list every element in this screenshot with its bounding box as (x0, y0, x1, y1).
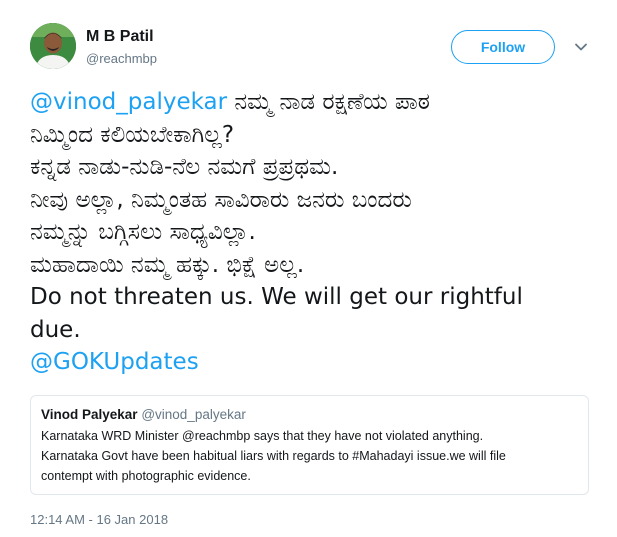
follow-button[interactable]: Follow (451, 30, 555, 64)
tweet-line: ಮಹಾದಾಯಿ ನಮ್ಮ ಹಕ್ಕು. ಭಿಕ್ಷೆ ಅಲ್ಲ. (30, 251, 305, 278)
quoted-tweet-text: Karnataka WRD Minister @reachmbp says th… (41, 429, 506, 483)
tweet-line: ನೀವು ಅಲ್ಲಾ, ನಿಮ್ಮಂತಹ ಸಾವಿರಾರು ಜನರು ಬಂದರು (30, 186, 412, 213)
author-name[interactable]: M B Patil (86, 28, 154, 46)
quoted-tweet-header: Vinod Palyekar @vinod_palyekar (41, 407, 578, 422)
quoted-author-name: Vinod Palyekar (41, 407, 138, 422)
tweet-line: Do not threaten us. We will get our righ… (30, 284, 523, 310)
tweet-line: due. (30, 316, 81, 343)
quoted-tweet-card[interactable]: Vinod Palyekar @vinod_palyekar Karnataka… (30, 395, 589, 495)
tweet-line: ನಮ್ಮನ್ನು ಬಗ್ಗಿಸಲು ಸಾಧ್ಯವಿಲ್ಲಾ. (30, 219, 256, 245)
tweet-line-text: ನಮ್ಮ ನಾಡ ರಕ್ಷಣೆಯ ಪಾಠ (227, 89, 430, 115)
mention-link[interactable]: @vinod_palyekar (30, 89, 227, 115)
tweet-text: @vinod_palyekar ನಮ್ಮ ನಾಡ ರಕ್ಷಣೆಯ ಪಾಠ ನಿಮ… (30, 86, 600, 379)
quoted-author-handle: @vinod_palyekar (141, 407, 246, 422)
tweet-line: ಕನ್ನಡ ನಾಡು-ನುಡಿ-ನೆಲ ನಮಗೆ ಪ್ರಪ್ರಥಮ. (30, 154, 339, 180)
avatar[interactable] (30, 23, 76, 69)
mention-link[interactable]: @GOKUpdates (30, 346, 600, 379)
profile-photo (30, 23, 76, 69)
chevron-down-icon[interactable] (574, 40, 588, 54)
tweet-line: @vinod_palyekar ನಮ್ಮ ನಾಡ ರಕ್ಷಣೆಯ ಪಾಠ (30, 86, 600, 119)
author-handle[interactable]: @reachmbp (86, 51, 157, 66)
tweet-line: ನಿಮ್ಮಿಂದ ಕಲಿಯಬೇಕಾಗಿಲ್ಲ? (30, 121, 235, 148)
timestamp[interactable]: 12:14 AM - 16 Jan 2018 (30, 512, 168, 527)
